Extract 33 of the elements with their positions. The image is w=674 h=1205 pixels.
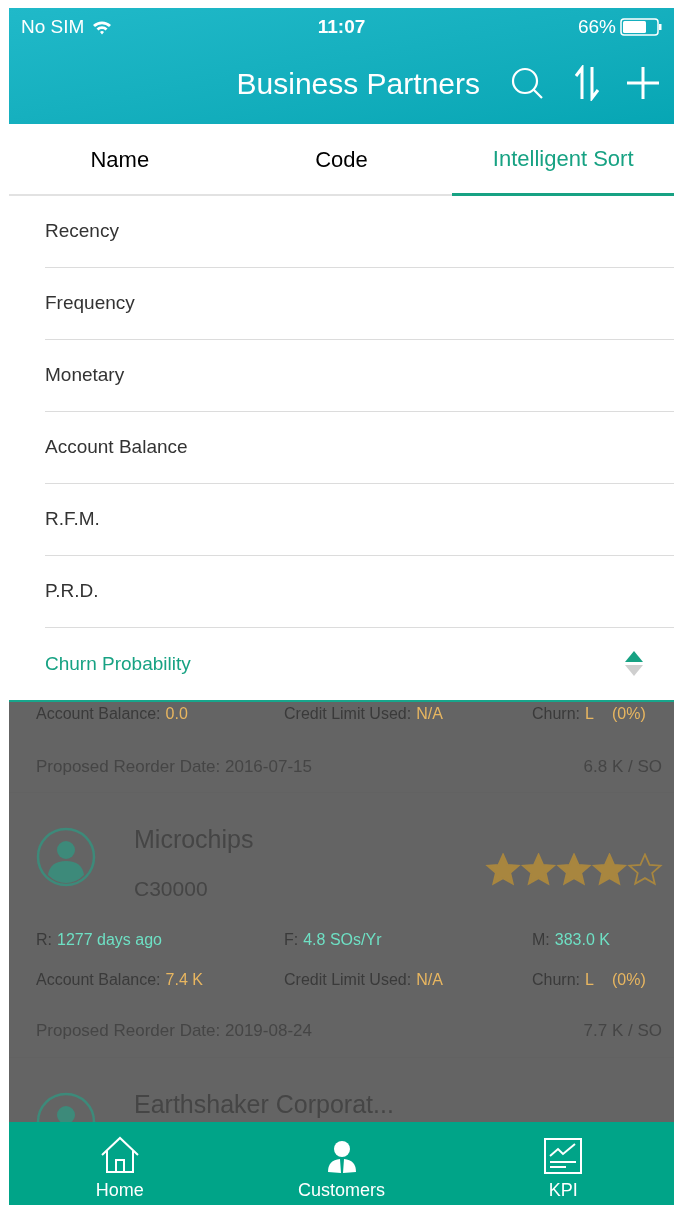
churn-percent: (0%) xyxy=(611,970,646,990)
tab[interactable]: Code xyxy=(230,124,453,194)
churn-percent: (0%) xyxy=(611,704,646,724)
chart-icon xyxy=(544,1138,583,1174)
plus-icon xyxy=(626,66,660,100)
sort-option[interactable]: Frequency xyxy=(45,268,674,340)
add-button[interactable] xyxy=(624,64,662,102)
search-icon xyxy=(510,66,544,100)
metric-value: 0.0 xyxy=(165,704,188,724)
sort-option[interactable]: P.R.D. xyxy=(45,556,674,628)
metric-value: 4.8 SOs/Yr xyxy=(303,930,382,950)
sort-option[interactable]: R.F.M. xyxy=(45,484,674,556)
carrier-text: No SIM xyxy=(21,14,85,39)
metric-value: N/A xyxy=(416,970,443,990)
home-icon xyxy=(99,1136,140,1174)
sort-option[interactable]: Monetary xyxy=(45,340,674,412)
sort-arrows-icon xyxy=(573,65,601,101)
battery-text: 66% xyxy=(577,14,616,39)
metric-value: N/A xyxy=(416,704,443,724)
avatar-icon xyxy=(36,827,96,887)
page-title: Business Partners xyxy=(236,65,480,102)
metric-value: L xyxy=(585,704,594,724)
sort-option[interactable]: Account Balance xyxy=(45,412,674,484)
sort-option[interactable]: Recency xyxy=(45,196,674,268)
battery-icon xyxy=(620,18,662,36)
metric-value: 383.0 K xyxy=(554,930,610,950)
wifi-icon xyxy=(92,19,113,35)
metric-value: 1277 days ago xyxy=(57,930,162,950)
metric-value: 7.4 K xyxy=(165,970,203,990)
metric-value: L xyxy=(585,970,594,990)
clock-text: 11:07 xyxy=(317,14,366,39)
tab[interactable]: Name xyxy=(9,124,231,194)
person-icon xyxy=(325,1140,358,1174)
